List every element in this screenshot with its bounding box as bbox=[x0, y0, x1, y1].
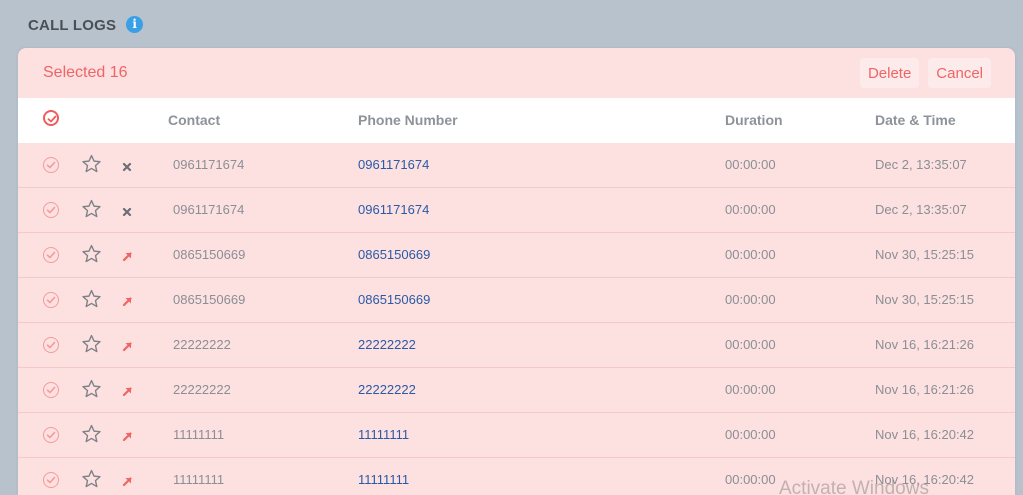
contact-cell: 0961171674 bbox=[173, 202, 245, 217]
phone-number-link[interactable]: 22222222 bbox=[358, 382, 416, 397]
call-logs-card: Selected 16 Delete Cancel Contact Phone … bbox=[18, 48, 1015, 495]
phone-number-link[interactable]: 0865150669 bbox=[358, 247, 430, 262]
phone-number-link[interactable]: 11111111 bbox=[358, 427, 409, 442]
row-check-icon[interactable] bbox=[43, 382, 59, 398]
duration-cell: 00:00:00 bbox=[725, 382, 776, 397]
missed-call-icon bbox=[122, 159, 132, 177]
contact-cell: 0961171674 bbox=[173, 157, 245, 172]
row-check-icon[interactable] bbox=[43, 292, 59, 308]
duration-cell: 00:00:00 bbox=[725, 292, 776, 307]
table-row[interactable]: 0961171674 0961171674 00:00:00 Dec 2, 13… bbox=[18, 143, 1015, 188]
star-icon[interactable] bbox=[81, 154, 102, 179]
table-row[interactable]: 22222222 22222222 00:00:00 Nov 16, 16:21… bbox=[18, 368, 1015, 413]
delete-button[interactable]: Delete bbox=[859, 58, 920, 88]
row-check-icon[interactable] bbox=[43, 247, 59, 263]
duration-cell: 00:00:00 bbox=[725, 472, 776, 487]
duration-cell: 00:00:00 bbox=[725, 337, 776, 352]
row-check-icon[interactable] bbox=[43, 427, 59, 443]
table-row[interactable]: 0961171674 0961171674 00:00:00 Dec 2, 13… bbox=[18, 188, 1015, 233]
phone-number-link[interactable]: 0865150669 bbox=[358, 292, 430, 307]
table-row[interactable]: 22222222 22222222 00:00:00 Nov 16, 16:21… bbox=[18, 323, 1015, 368]
contact-cell: 22222222 bbox=[173, 337, 231, 352]
table-row[interactable]: 0865150669 0865150669 00:00:00 Nov 30, 1… bbox=[18, 233, 1015, 278]
star-icon[interactable] bbox=[81, 469, 102, 494]
duration-cell: 00:00:00 bbox=[725, 247, 776, 262]
star-icon[interactable] bbox=[81, 199, 102, 224]
column-header-date-time[interactable]: Date & Time bbox=[875, 112, 956, 128]
outgoing-call-icon bbox=[122, 294, 133, 312]
duration-cell: 00:00:00 bbox=[725, 157, 776, 172]
info-icon[interactable]: i bbox=[126, 15, 144, 33]
datetime-cell: Nov 16, 16:21:26 bbox=[875, 382, 975, 397]
datetime-cell: Nov 30, 15:25:15 bbox=[875, 247, 975, 262]
datetime-cell: Dec 2, 13:35:07 bbox=[875, 202, 967, 217]
selection-actions: Delete Cancel bbox=[859, 58, 991, 88]
datetime-cell: Nov 30, 15:25:15 bbox=[875, 292, 975, 307]
contact-cell: 22222222 bbox=[173, 382, 231, 397]
datetime-cell: Nov 16, 16:20:42 bbox=[875, 427, 975, 442]
outgoing-call-icon bbox=[122, 474, 133, 492]
selection-bar: Selected 16 Delete Cancel bbox=[18, 48, 1015, 98]
page-title: CALL LOGS bbox=[28, 17, 117, 34]
outgoing-call-icon bbox=[122, 249, 133, 267]
column-header-phone-number[interactable]: Phone Number bbox=[358, 112, 458, 128]
datetime-cell: Nov 16, 16:21:26 bbox=[875, 337, 975, 352]
activation-watermark: Activate Windows bbox=[779, 478, 929, 495]
column-header-contact[interactable]: Contact bbox=[168, 112, 220, 128]
page-header: CALL LOGS i bbox=[28, 15, 144, 34]
select-all-check-icon[interactable] bbox=[43, 110, 59, 126]
missed-call-icon bbox=[122, 204, 132, 222]
star-icon[interactable] bbox=[81, 244, 102, 269]
phone-number-link[interactable]: 0961171674 bbox=[358, 202, 429, 217]
star-icon[interactable] bbox=[81, 424, 102, 449]
row-check-icon[interactable] bbox=[43, 472, 59, 488]
outgoing-call-icon bbox=[122, 384, 133, 402]
star-icon[interactable] bbox=[81, 334, 102, 359]
column-header-duration[interactable]: Duration bbox=[725, 112, 783, 128]
phone-number-link[interactable]: 22222222 bbox=[358, 337, 416, 352]
table-header: Contact Phone Number Duration Date & Tim… bbox=[18, 98, 1015, 143]
star-icon[interactable] bbox=[81, 379, 102, 404]
selected-count: Selected 16 bbox=[43, 64, 128, 81]
table-row[interactable]: 0865150669 0865150669 00:00:00 Nov 30, 1… bbox=[18, 278, 1015, 323]
row-check-icon[interactable] bbox=[43, 157, 59, 173]
outgoing-call-icon bbox=[122, 429, 133, 447]
contact-cell: 11111111 bbox=[173, 427, 225, 442]
phone-number-link[interactable]: 0961171674 bbox=[358, 157, 429, 172]
datetime-cell: Dec 2, 13:35:07 bbox=[875, 157, 967, 172]
star-icon[interactable] bbox=[81, 289, 102, 314]
outgoing-call-icon bbox=[122, 339, 133, 357]
contact-cell: 0865150669 bbox=[173, 292, 246, 307]
duration-cell: 00:00:00 bbox=[725, 427, 776, 442]
table-row[interactable]: 11111111 11111111 00:00:00 Nov 16, 16:20… bbox=[18, 413, 1015, 458]
row-check-icon[interactable] bbox=[43, 202, 59, 218]
cancel-button[interactable]: Cancel bbox=[928, 58, 991, 88]
contact-cell: 11111111 bbox=[173, 472, 225, 487]
phone-number-link[interactable]: 11111111 bbox=[358, 472, 409, 487]
contact-cell: 0865150669 bbox=[173, 247, 246, 262]
duration-cell: 00:00:00 bbox=[725, 202, 776, 217]
row-check-icon[interactable] bbox=[43, 337, 59, 353]
